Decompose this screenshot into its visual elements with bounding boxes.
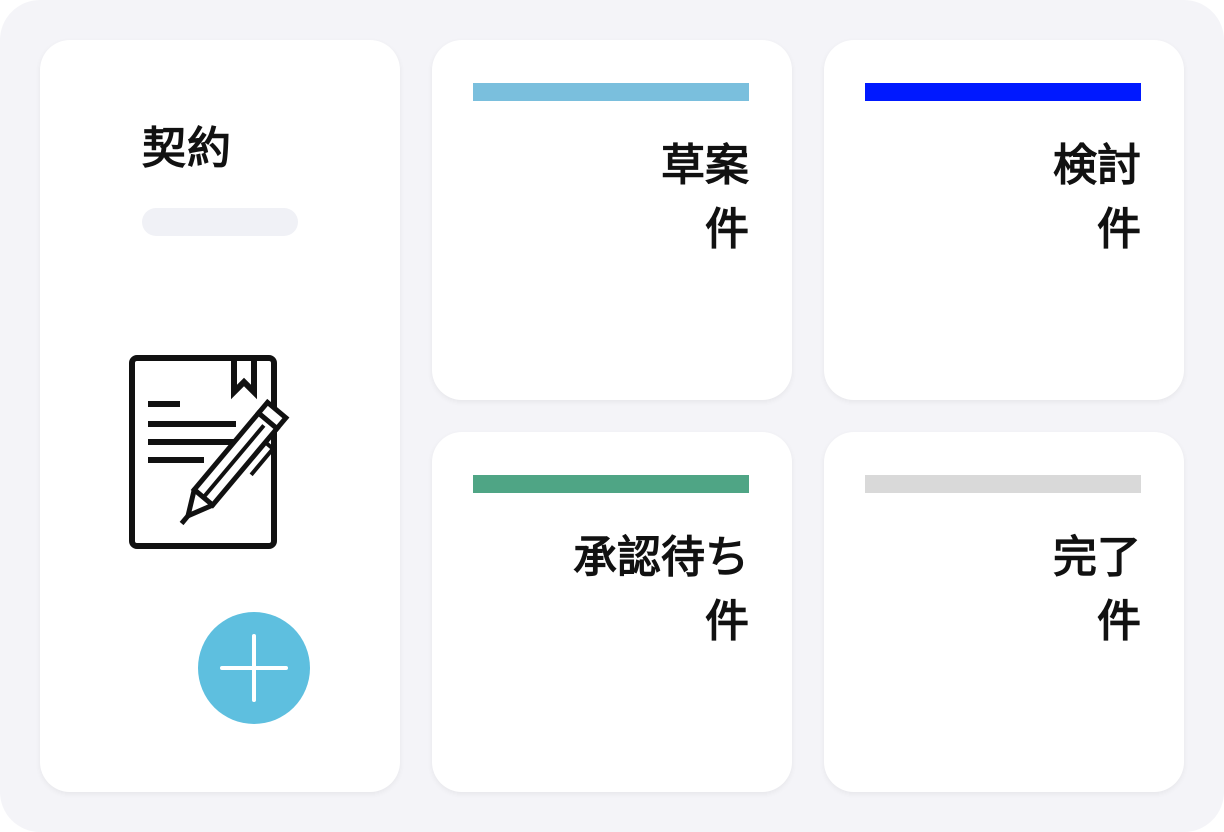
status-label: 草案 [661, 140, 749, 191]
dashboard-frame: 契約 草案 件 検討 件 承認待ち 件 完了 件 [0, 0, 1224, 832]
contract-count-placeholder [142, 208, 298, 236]
status-count: 件 [1097, 204, 1141, 255]
status-color-bar [473, 83, 749, 101]
status-color-bar [865, 83, 1141, 101]
status-label: 承認待ち [573, 532, 749, 583]
status-card-draft[interactable]: 草案 件 [432, 40, 792, 400]
add-contract-button[interactable] [198, 612, 310, 724]
contract-title: 契約 [142, 123, 232, 174]
status-count: 件 [1097, 596, 1141, 647]
status-card-awaiting-approval[interactable]: 承認待ち 件 [432, 432, 792, 792]
status-color-bar [865, 475, 1141, 493]
status-count: 件 [705, 204, 749, 255]
status-label: 完了 [1053, 532, 1141, 583]
status-label: 検討 [1053, 140, 1141, 191]
contract-card: 契約 [40, 40, 400, 792]
status-count: 件 [705, 596, 749, 647]
status-color-bar [473, 475, 749, 493]
plus-icon [220, 634, 288, 702]
contract-document-pen-icon [128, 354, 312, 550]
status-card-review[interactable]: 検討 件 [824, 40, 1184, 400]
status-card-completed[interactable]: 完了 件 [824, 432, 1184, 792]
